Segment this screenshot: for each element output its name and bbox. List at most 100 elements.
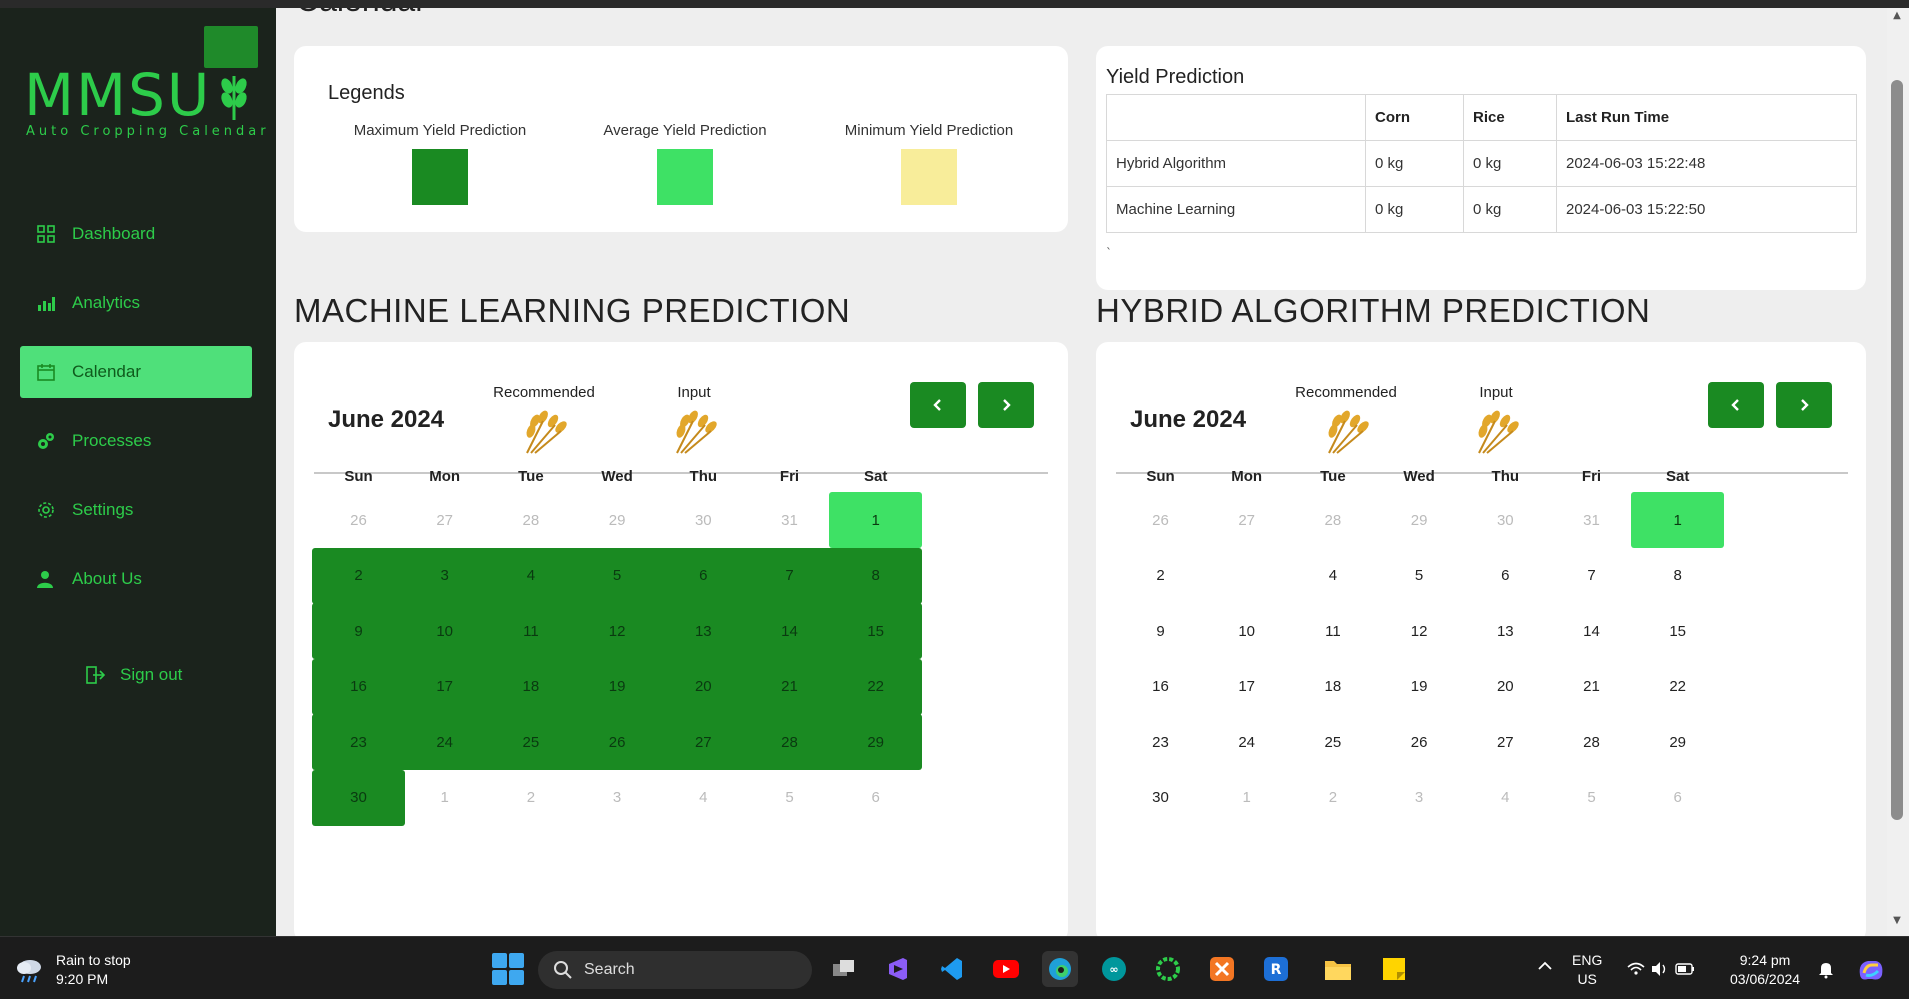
ml-calendar-day[interactable]: 1 [829, 492, 923, 548]
ml-calendar-day[interactable]: 28 [743, 714, 836, 770]
legend-swatch-min [901, 149, 957, 205]
visual-studio-icon[interactable] [880, 951, 916, 987]
hybrid-calendar-day[interactable]: 17 [1200, 659, 1293, 715]
hybrid-calendar-day[interactable]: 4 [1286, 548, 1379, 604]
edge-browser-icon[interactable] [1042, 951, 1078, 987]
show-hidden-icons-button[interactable] [1536, 957, 1554, 980]
ml-calendar-day[interactable]: 20 [656, 658, 750, 715]
sidebar-item-about-us[interactable]: About Us [20, 553, 252, 605]
sidebar-item-settings[interactable]: Settings [20, 484, 252, 536]
sign-out-button[interactable]: Sign out [84, 664, 182, 686]
taskbar-search[interactable]: Search [538, 951, 812, 989]
hybrid-calendar-day[interactable]: 2 [1114, 548, 1207, 604]
table-cell: Hybrid Algorithm [1106, 140, 1366, 187]
hybrid-prev-month-button[interactable] [1708, 382, 1764, 428]
ml-calendar-day[interactable]: 24 [398, 714, 492, 770]
ml-calendar-day[interactable]: 25 [484, 714, 578, 770]
hybrid-calendar-day[interactable]: 12 [1373, 603, 1466, 659]
ml-calendar-day[interactable]: 6 [656, 547, 750, 604]
hybrid-calendar-day[interactable]: 1 [1631, 492, 1725, 548]
hybrid-calendar-day[interactable]: 14 [1545, 603, 1638, 659]
ml-calendar-day[interactable]: 12 [570, 603, 664, 659]
ml-calendar-day[interactable]: 7 [743, 547, 836, 604]
hybrid-calendar-day[interactable]: 25 [1286, 714, 1379, 770]
sidebar-item-calendar[interactable]: Calendar [20, 346, 252, 398]
ml-calendar-day[interactable]: 14 [743, 603, 836, 659]
vscode-icon[interactable] [934, 951, 970, 987]
legend-average: Average Yield Prediction [585, 122, 785, 205]
hybrid-calendar-day[interactable]: 30 [1114, 770, 1207, 826]
ml-calendar-day[interactable]: 19 [570, 658, 664, 715]
hybrid-calendar-day[interactable]: 8 [1631, 548, 1724, 604]
hybrid-calendar-day[interactable]: 23 [1114, 714, 1207, 770]
ml-calendar-day[interactable]: 3 [398, 547, 492, 604]
ml-calendar-day[interactable]: 22 [829, 658, 923, 715]
ml-calendar-day[interactable]: 11 [484, 603, 578, 659]
scroll-up-icon[interactable]: ▲ [1891, 10, 1903, 22]
ml-prev-month-button[interactable] [910, 382, 966, 428]
hybrid-calendar-day[interactable]: 5 [1373, 548, 1466, 604]
ml-calendar-day[interactable]: 29 [829, 714, 923, 770]
file-explorer-icon[interactable] [1320, 951, 1356, 987]
hybrid-calendar-day[interactable]: 15 [1631, 603, 1724, 659]
hybrid-calendar-day[interactable] [1200, 548, 1293, 604]
sticky-notes-icon[interactable] [1376, 951, 1412, 987]
arduino-icon[interactable]: ∞ [1096, 951, 1132, 987]
ml-calendar-day[interactable]: 23 [312, 714, 405, 770]
ml-calendar-day[interactable]: 15 [829, 603, 923, 659]
ml-calendar-day[interactable]: 17 [398, 658, 492, 715]
hybrid-day-of-week-tue: Tue [1320, 468, 1346, 485]
hybrid-calendar-day[interactable]: 11 [1286, 603, 1379, 659]
hybrid-calendar-day[interactable]: 26 [1373, 714, 1466, 770]
hybrid-calendar-day[interactable]: 21 [1545, 659, 1638, 715]
hybrid-calendar-day[interactable]: 29 [1631, 714, 1724, 770]
sidebar-item-dashboard[interactable]: Dashboard [20, 208, 252, 260]
legend-swatch-max [412, 149, 468, 205]
ml-calendar-day[interactable]: 5 [570, 547, 664, 604]
hybrid-calendar-day[interactable]: 16 [1114, 659, 1207, 715]
ml-calendar-day[interactable]: 4 [484, 547, 578, 604]
language-indicator[interactable]: ENG US [1572, 951, 1602, 989]
ml-calendar-day[interactable]: 21 [743, 658, 836, 715]
ml-calendar-day[interactable]: 10 [398, 603, 492, 659]
ml-calendar-day[interactable]: 2 [312, 547, 405, 604]
ml-calendar-day[interactable]: 13 [656, 603, 750, 659]
youtube-icon[interactable] [988, 951, 1024, 987]
hybrid-calendar-day[interactable]: 10 [1200, 603, 1293, 659]
hybrid-calendar-day[interactable]: 9 [1114, 603, 1207, 659]
hybrid-calendar-day[interactable]: 18 [1286, 659, 1379, 715]
hybrid-calendar-day[interactable]: 22 [1631, 659, 1724, 715]
ml-calendar-day[interactable]: 30 [312, 769, 405, 826]
ml-calendar-day[interactable]: 27 [656, 714, 750, 770]
hybrid-calendar-day[interactable]: 13 [1459, 603, 1552, 659]
loading-ring-icon[interactable] [1150, 951, 1186, 987]
ml-calendar-day: 28 [522, 511, 540, 529]
ml-calendar-day[interactable]: 16 [312, 658, 405, 715]
hybrid-calendar-day[interactable]: 19 [1373, 659, 1466, 715]
system-tray-icons[interactable] [1626, 959, 1698, 984]
notification-bell-icon[interactable] [1816, 959, 1836, 984]
hybrid-calendar-day[interactable]: 28 [1545, 714, 1638, 770]
clock[interactable]: 9:24 pm 03/06/2024 [1730, 951, 1800, 989]
hybrid-calendar-day[interactable]: 20 [1459, 659, 1552, 715]
app-r-icon[interactable]: R [1258, 951, 1294, 987]
copilot-icon[interactable] [1856, 955, 1886, 988]
hybrid-next-month-button[interactable] [1776, 382, 1832, 428]
sidebar-item-processes[interactable]: Processes [20, 415, 252, 467]
hybrid-calendar-day[interactable]: 24 [1200, 714, 1293, 770]
xampp-icon[interactable] [1204, 951, 1240, 987]
scroll-down-icon[interactable]: ▼ [1891, 915, 1903, 927]
hybrid-calendar-day[interactable]: 6 [1459, 548, 1552, 604]
hybrid-calendar-day[interactable]: 27 [1459, 714, 1552, 770]
ml-calendar-day[interactable]: 18 [484, 658, 578, 715]
sidebar-item-analytics[interactable]: Analytics [20, 277, 252, 329]
ml-calendar-day[interactable]: 9 [312, 603, 405, 659]
ml-calendar-day[interactable]: 26 [570, 714, 664, 770]
ml-next-month-button[interactable] [978, 382, 1034, 428]
hybrid-calendar-day[interactable]: 7 [1545, 548, 1638, 604]
scrollbar-thumb[interactable] [1891, 80, 1903, 820]
ml-calendar-day[interactable]: 8 [829, 547, 923, 604]
weather-widget[interactable]: Rain to stop 9:20 PM [14, 951, 131, 989]
windows-start-button[interactable] [492, 953, 524, 985]
task-view-icon[interactable] [826, 951, 862, 987]
